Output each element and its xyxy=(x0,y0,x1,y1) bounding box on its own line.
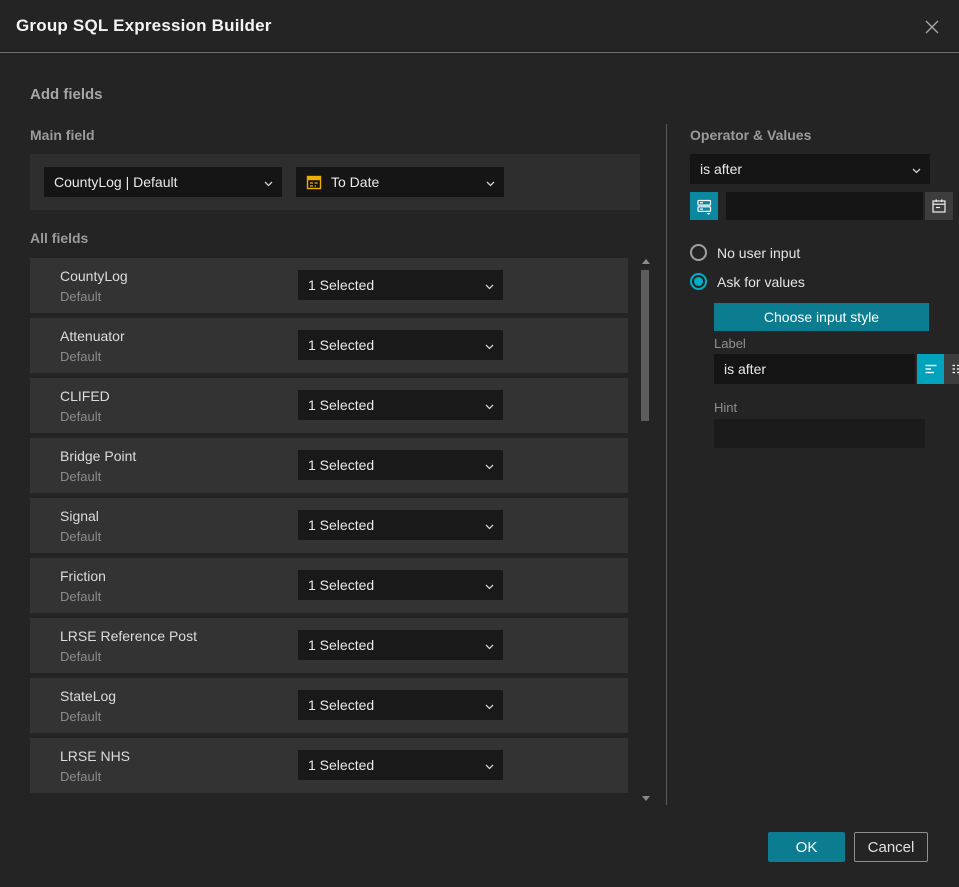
chevron-down-icon xyxy=(485,457,494,473)
field-row: Bridge Point Default 1 Selected xyxy=(30,438,628,493)
scroll-up-icon[interactable] xyxy=(642,259,650,264)
align-left-icon[interactable] xyxy=(917,354,944,384)
field-name: Bridge Point xyxy=(60,448,137,464)
choose-input-style-button[interactable]: Choose input style xyxy=(714,303,929,331)
cancel-button[interactable]: Cancel xyxy=(854,832,928,862)
scroll-down-icon[interactable] xyxy=(642,796,650,801)
chevron-down-icon xyxy=(912,161,921,177)
chevron-down-icon xyxy=(485,577,494,593)
chevron-down-icon xyxy=(485,517,494,533)
field-row: Attenuator Default 1 Selected xyxy=(30,318,628,373)
field-row: StateLog Default 1 Selected xyxy=(30,678,628,733)
field-subtitle: Default xyxy=(60,709,102,724)
field-selected-value: 1 Selected xyxy=(308,337,375,353)
field-row: Friction Default 1 Selected xyxy=(30,558,628,613)
field-subtitle: Default xyxy=(60,649,102,664)
panel-divider xyxy=(666,124,667,805)
field-row: CLIFED Default 1 Selected xyxy=(30,378,628,433)
radio-circle-icon xyxy=(690,244,707,261)
field-subtitle: Default xyxy=(60,469,102,484)
field-selected-value: 1 Selected xyxy=(308,397,375,413)
field-subtitle: Default xyxy=(60,529,102,544)
main-field-dropdown-value: CountyLog | Default xyxy=(54,174,178,190)
chevron-down-icon xyxy=(485,757,494,773)
field-name: Friction xyxy=(60,568,106,584)
list-icon[interactable] xyxy=(944,354,959,384)
field-selected-dropdown[interactable]: 1 Selected xyxy=(298,630,503,660)
close-icon[interactable] xyxy=(917,12,947,42)
field-selected-value: 1 Selected xyxy=(308,637,375,653)
chevron-down-icon xyxy=(264,174,273,190)
dialog-title: Group SQL Expression Builder xyxy=(16,16,272,35)
label-caption: Label xyxy=(714,336,746,351)
field-selected-dropdown[interactable]: 1 Selected xyxy=(298,270,503,300)
field-subtitle: Default xyxy=(60,289,102,304)
field-name: StateLog xyxy=(60,688,117,704)
field-name: LRSE Reference Post xyxy=(60,628,197,644)
field-selected-value: 1 Selected xyxy=(308,277,375,293)
field-selected-dropdown[interactable]: 1 Selected xyxy=(298,450,503,480)
radio-selected-icon xyxy=(690,273,707,290)
scrollbar-thumb[interactable] xyxy=(641,270,649,421)
radio-ask-for-values-label: Ask for values xyxy=(717,273,805,290)
field-selected-value: 1 Selected xyxy=(308,757,375,773)
chevron-down-icon xyxy=(485,637,494,653)
date-picker-calendar-icon[interactable] xyxy=(925,192,953,220)
field-selected-value: 1 Selected xyxy=(308,577,375,593)
chevron-down-icon xyxy=(485,697,494,713)
chevron-down-icon xyxy=(485,337,494,353)
field-selected-dropdown[interactable]: 1 Selected xyxy=(298,330,503,360)
field-row: LRSE Reference Post Default 1 Selected xyxy=(30,618,628,673)
field-subtitle: Default xyxy=(60,769,102,784)
fields-list-scrollbar[interactable] xyxy=(640,257,650,803)
chevron-down-icon xyxy=(485,397,494,413)
field-name: Attenuator xyxy=(60,328,125,344)
field-selected-value: 1 Selected xyxy=(308,517,375,533)
field-selected-dropdown[interactable]: 1 Selected xyxy=(298,690,503,720)
dialog-titlebar: Group SQL Expression Builder xyxy=(0,0,959,53)
radio-ask-for-values[interactable]: Ask for values xyxy=(690,273,805,290)
main-field-dropdown[interactable]: CountyLog | Default xyxy=(44,167,282,197)
operator-dropdown[interactable]: is after xyxy=(690,154,930,184)
date-type-dropdown-value: To Date xyxy=(331,174,380,190)
label-input-row xyxy=(714,354,959,384)
radio-no-user-input-label: No user input xyxy=(717,244,801,261)
chevron-down-icon xyxy=(485,277,494,293)
field-row: Signal Default 1 Selected xyxy=(30,498,628,553)
field-selected-value: 1 Selected xyxy=(308,697,375,713)
field-name: CLIFED xyxy=(60,388,110,404)
chevron-down-icon xyxy=(486,174,495,190)
field-selected-dropdown[interactable]: 1 Selected xyxy=(298,390,503,420)
field-row: LRSE NHS Default 1 Selected xyxy=(30,738,628,793)
hint-input[interactable] xyxy=(714,419,925,448)
add-fields-heading: Add fields xyxy=(30,86,103,103)
field-subtitle: Default xyxy=(60,409,102,424)
label-input[interactable] xyxy=(714,354,915,384)
field-subtitle: Default xyxy=(60,349,102,364)
date-type-dropdown[interactable]: To Date xyxy=(296,167,504,197)
radio-no-user-input[interactable]: No user input xyxy=(690,244,800,261)
value-input[interactable] xyxy=(726,192,923,220)
field-selected-value: 1 Selected xyxy=(308,457,375,473)
operator-dropdown-value: is after xyxy=(700,161,743,177)
field-selected-dropdown[interactable]: 1 Selected xyxy=(298,570,503,600)
field-subtitle: Default xyxy=(60,589,102,604)
main-field-box: CountyLog | Default To Date xyxy=(30,154,640,210)
field-name: CountyLog xyxy=(60,268,128,284)
hint-caption: Hint xyxy=(714,400,738,415)
field-name: Signal xyxy=(60,508,99,524)
operator-values-heading: Operator & Values xyxy=(690,127,812,143)
field-selected-dropdown[interactable]: 1 Selected xyxy=(298,510,503,540)
all-fields-list: CountyLog Default 1 Selected Attenuator … xyxy=(30,258,628,798)
value-type-stack-icon[interactable] xyxy=(690,192,718,220)
value-input-row xyxy=(690,192,953,220)
field-name: LRSE NHS xyxy=(60,748,131,764)
main-field-label: Main field xyxy=(30,127,95,143)
calendar-icon xyxy=(306,174,322,190)
ok-button[interactable]: OK xyxy=(768,832,845,862)
field-row: CountyLog Default 1 Selected xyxy=(30,258,628,313)
field-selected-dropdown[interactable]: 1 Selected xyxy=(298,750,503,780)
all-fields-label: All fields xyxy=(30,230,89,246)
